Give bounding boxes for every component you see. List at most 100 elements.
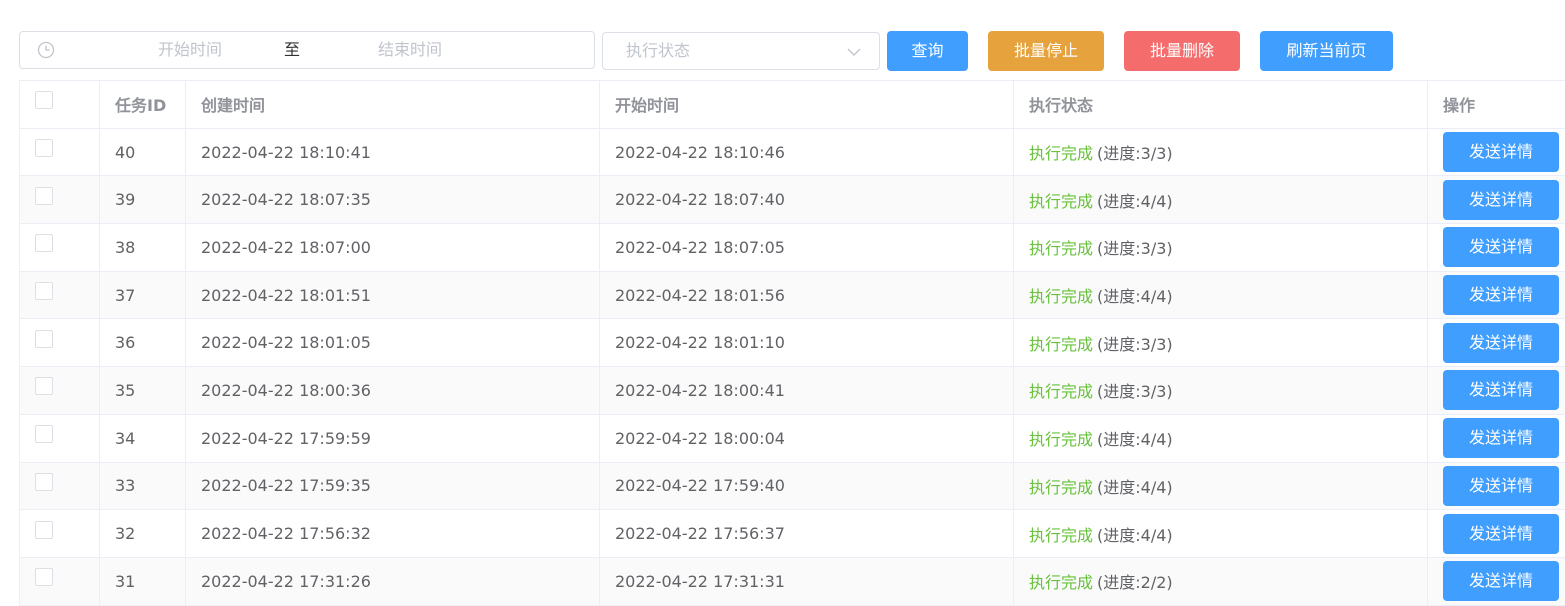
row-checkbox[interactable]	[35, 568, 53, 587]
row-checkbox[interactable]	[35, 186, 53, 205]
status-cell: 执行完成 (进度:4/4)	[1014, 176, 1428, 224]
send-details-button[interactable]: 发送详情	[1443, 370, 1559, 411]
send-details-button[interactable]: 发送详情	[1443, 132, 1559, 173]
task-id-cell: 35	[100, 367, 186, 414]
status-text: 执行完成	[1029, 191, 1094, 211]
status-cell: 执行完成 (进度:2/2)	[1014, 557, 1428, 605]
created-at-cell: 2022-04-22 18:00:36	[186, 367, 600, 414]
table-row: 36 2022-04-22 18:01:05 2022-04-22 18:01:…	[20, 319, 1565, 368]
batch-delete-button[interactable]: 批量删除	[1124, 31, 1240, 71]
table-row: 34 2022-04-22 17:59:59 2022-04-22 18:00:…	[20, 414, 1565, 463]
table-row: 39 2022-04-22 18:07:35 2022-04-22 18:07:…	[20, 176, 1565, 225]
task-id-cell: 34	[100, 414, 186, 462]
refresh-page-button[interactable]: 刷新当前页	[1260, 31, 1393, 71]
send-details-button[interactable]: 发送详情	[1443, 322, 1559, 363]
start-time-input[interactable]: 开始时间	[120, 32, 260, 68]
progress-text: (进度:3/3)	[1097, 239, 1173, 259]
progress-text: (进度:4/4)	[1097, 477, 1173, 497]
query-button[interactable]: 查询	[887, 31, 968, 71]
created-at-cell: 2022-04-22 17:56:32	[186, 510, 600, 557]
send-details-button[interactable]: 发送详情	[1443, 227, 1559, 268]
status-text: 执行完成	[1029, 573, 1094, 593]
created-at-cell: 2022-04-22 17:59:59	[186, 414, 600, 462]
created-at-cell: 2022-04-22 18:10:41	[186, 128, 600, 176]
clock-icon	[37, 41, 55, 59]
send-details-button[interactable]: 发送详情	[1443, 275, 1559, 316]
row-checkbox[interactable]	[35, 425, 53, 444]
end-time-input[interactable]: 结束时间	[340, 32, 480, 68]
row-checkbox[interactable]	[35, 520, 53, 539]
status-cell: 执行完成 (进度:3/3)	[1014, 367, 1428, 414]
status-cell: 执行完成 (进度:4/4)	[1014, 414, 1428, 462]
row-checkbox[interactable]	[35, 472, 53, 491]
status-text: 执行完成	[1029, 477, 1094, 497]
status-cell: 执行完成 (进度:4/4)	[1014, 271, 1428, 319]
progress-text: (进度:4/4)	[1097, 525, 1173, 545]
row-checkbox[interactable]	[35, 329, 53, 348]
select-all-cell	[20, 81, 100, 128]
started-at-cell: 2022-04-22 18:01:56	[600, 271, 1014, 319]
table-row: 35 2022-04-22 18:00:36 2022-04-22 18:00:…	[20, 367, 1565, 415]
task-id-cell: 37	[100, 271, 186, 319]
status-select[interactable]: 执行状态	[602, 32, 880, 70]
table-row: 33 2022-04-22 17:59:35 2022-04-22 17:59:…	[20, 462, 1565, 511]
row-checkbox[interactable]	[35, 377, 53, 396]
table-row: 37 2022-04-22 18:01:51 2022-04-22 18:01:…	[20, 271, 1565, 320]
send-details-button[interactable]: 发送详情	[1443, 418, 1559, 459]
progress-text: (进度:3/3)	[1097, 144, 1173, 164]
send-details-button[interactable]: 发送详情	[1443, 465, 1559, 506]
row-checkbox[interactable]	[35, 139, 53, 158]
header-action: 操作	[1443, 96, 1476, 116]
started-at-cell: 2022-04-22 17:59:40	[600, 462, 1014, 510]
started-at-cell: 2022-04-22 18:01:10	[600, 319, 1014, 367]
started-at-cell: 2022-04-22 18:00:41	[600, 367, 1014, 414]
status-text: 执行完成	[1029, 430, 1094, 450]
status-text: 执行完成	[1029, 382, 1094, 402]
progress-text: (进度:4/4)	[1097, 287, 1173, 307]
progress-text: (进度:4/4)	[1097, 191, 1173, 211]
table-header-row: 任务ID 创建时间 开始时间 执行状态 操作	[20, 81, 1565, 129]
header-started-at: 开始时间	[600, 81, 1014, 128]
progress-text: (进度:2/2)	[1097, 573, 1173, 593]
send-details-button[interactable]: 发送详情	[1443, 561, 1559, 602]
status-cell: 执行完成 (进度:3/3)	[1014, 224, 1428, 271]
started-at-cell: 2022-04-22 17:31:31	[600, 557, 1014, 605]
date-range-picker[interactable]: 开始时间 至 结束时间	[19, 31, 595, 69]
task-id-cell: 40	[100, 128, 186, 176]
status-cell: 执行完成 (进度:4/4)	[1014, 462, 1428, 510]
table-row: 32 2022-04-22 17:56:32 2022-04-22 17:56:…	[20, 510, 1565, 558]
status-text: 执行完成	[1029, 334, 1094, 354]
task-table: 任务ID 创建时间 开始时间 执行状态 操作 40 2022-04-22 18:…	[19, 80, 1565, 606]
header-task-id: 任务ID	[100, 81, 186, 128]
created-at-cell: 2022-04-22 18:01:05	[186, 319, 600, 367]
status-text: 执行完成	[1029, 525, 1094, 545]
progress-text: (进度:3/3)	[1097, 382, 1173, 402]
task-id-cell: 39	[100, 176, 186, 224]
table-row: 40 2022-04-22 18:10:41 2022-04-22 18:10:…	[20, 128, 1565, 177]
row-checkbox[interactable]	[35, 234, 53, 253]
progress-text: (进度:4/4)	[1097, 430, 1173, 450]
batch-stop-button[interactable]: 批量停止	[988, 31, 1104, 71]
task-id-cell: 38	[100, 224, 186, 271]
select-all-checkbox[interactable]	[35, 91, 53, 110]
filter-toolbar: 开始时间 至 结束时间 执行状态 查询 批量停止 批量删除 刷新当前页	[0, 0, 1565, 80]
task-id-cell: 36	[100, 319, 186, 367]
status-cell: 执行完成 (进度:3/3)	[1014, 128, 1428, 176]
send-details-button[interactable]: 发送详情	[1443, 513, 1559, 554]
created-at-cell: 2022-04-22 18:07:35	[186, 176, 600, 224]
task-id-cell: 32	[100, 510, 186, 557]
date-range-separator: 至	[283, 40, 300, 59]
status-cell: 执行完成 (进度:3/3)	[1014, 319, 1428, 367]
created-at-cell: 2022-04-22 18:07:00	[186, 224, 600, 271]
chevron-down-icon	[847, 48, 861, 56]
task-id-cell: 33	[100, 462, 186, 510]
started-at-cell: 2022-04-22 17:56:37	[600, 510, 1014, 557]
status-text: 执行完成	[1029, 144, 1094, 164]
row-checkbox[interactable]	[35, 282, 53, 301]
send-details-button[interactable]: 发送详情	[1443, 179, 1559, 220]
created-at-cell: 2022-04-22 18:01:51	[186, 271, 600, 319]
started-at-cell: 2022-04-22 18:07:40	[600, 176, 1014, 224]
header-status: 执行状态	[1014, 81, 1428, 128]
started-at-cell: 2022-04-22 18:10:46	[600, 128, 1014, 176]
progress-text: (进度:3/3)	[1097, 334, 1173, 354]
